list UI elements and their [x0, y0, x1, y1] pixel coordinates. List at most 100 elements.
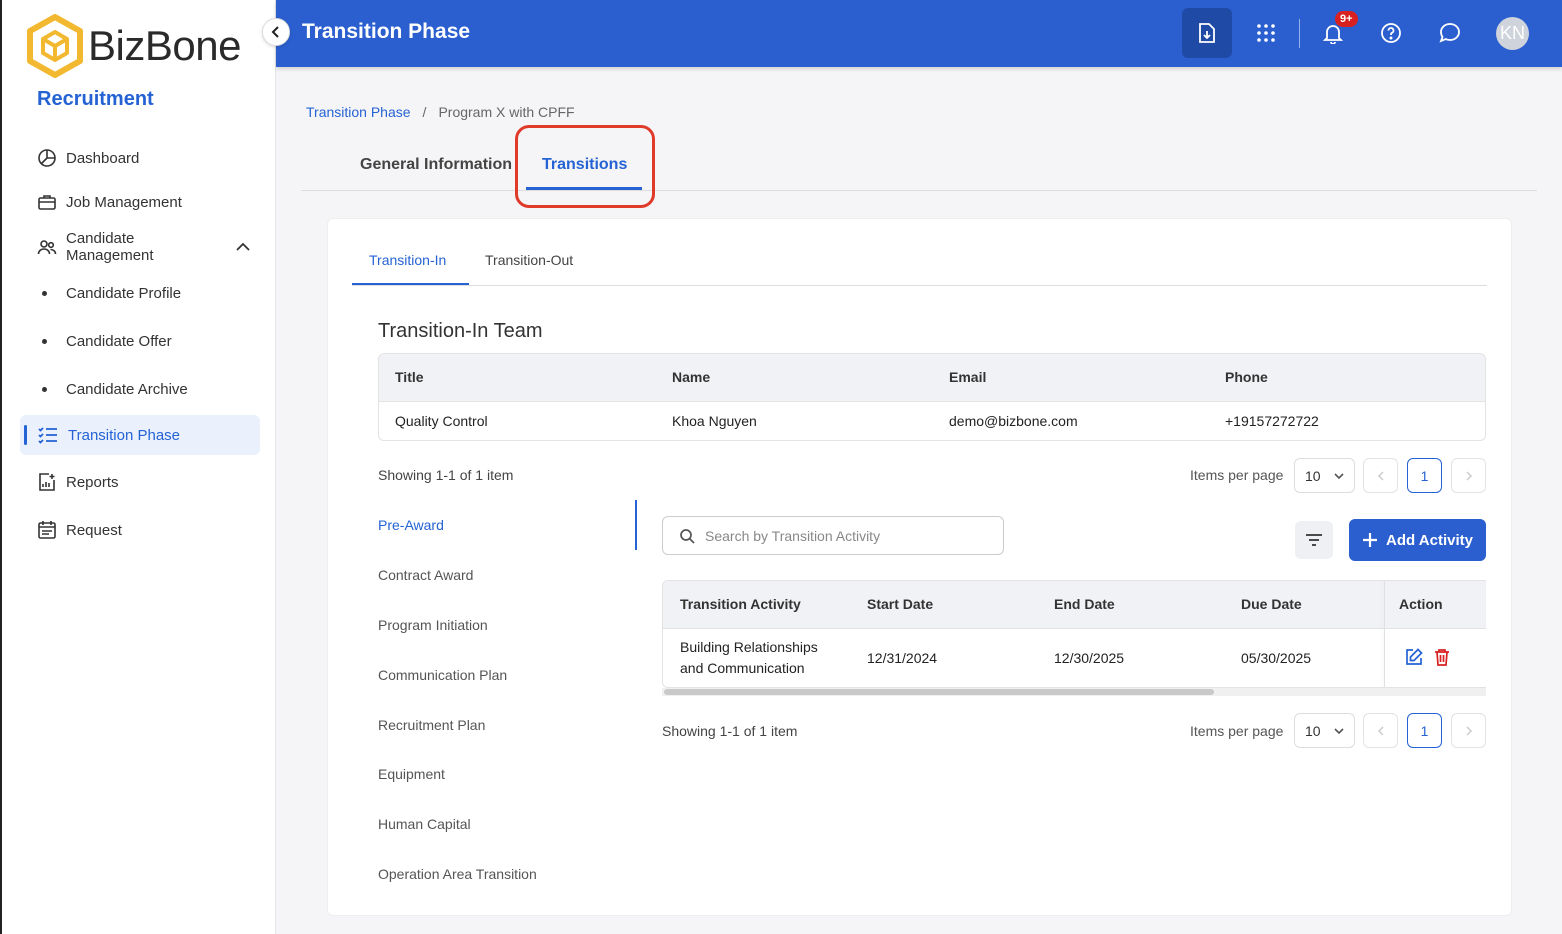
apps-grid-button[interactable]	[1247, 14, 1285, 52]
edit-icon	[1406, 648, 1423, 665]
active-subtab-indicator	[352, 283, 469, 285]
sidebar-item-dashboard[interactable]: Dashboard	[20, 138, 260, 178]
prev-page-button[interactable]	[1363, 713, 1398, 748]
items-per-page-label: Items per page	[1190, 723, 1284, 739]
sidebar-item-transition-phase[interactable]: Transition Phase	[20, 415, 260, 455]
sidebar: BizBone Recruitment Dashboard Job Manage…	[0, 0, 276, 934]
bullet-dot	[42, 291, 47, 296]
bullet-dot	[42, 387, 47, 392]
chat-button[interactable]	[1431, 14, 1469, 52]
sidebar-item-job-management[interactable]: Job Management	[20, 182, 260, 222]
plus-icon	[1363, 533, 1378, 547]
download-document-button[interactable]	[1182, 8, 1232, 58]
sidebar-item-candidate-management[interactable]: Candidate Management	[20, 227, 260, 267]
breadcrumb-separator: /	[422, 104, 427, 120]
subtab-transition-out[interactable]: Transition-Out	[485, 252, 573, 268]
sidebar-item-label: Dashboard	[66, 149, 140, 167]
breadcrumb: Transition Phase / Program X with CPFF	[306, 104, 575, 120]
filter-lines-icon	[1306, 534, 1322, 546]
tabs-divider	[301, 190, 1537, 191]
sidebar-subitem-candidate-profile[interactable]: Candidate Profile	[42, 285, 181, 302]
users-icon	[37, 240, 57, 255]
calendar-list-icon	[38, 521, 56, 539]
brand-name: BizBone	[88, 22, 241, 69]
scrollbar-thumb[interactable]	[664, 689, 1214, 695]
items-per-page-select[interactable]: 10	[1294, 713, 1355, 748]
highlight-box	[515, 125, 655, 208]
pie-chart-icon	[38, 149, 56, 167]
breadcrumb-link-transition-phase[interactable]: Transition Phase	[306, 104, 411, 120]
sidebar-subitem-candidate-offer[interactable]: Candidate Offer	[42, 333, 172, 350]
logo: BizBone	[26, 14, 241, 78]
delete-button[interactable]	[1434, 648, 1452, 666]
phase-item-program-initiation[interactable]: Program Initiation	[378, 617, 488, 633]
search-input[interactable]	[705, 527, 985, 544]
help-circle-icon	[1381, 23, 1401, 43]
column-header-action: Action	[1399, 596, 1443, 612]
toolbar-divider	[1299, 19, 1300, 48]
chevron-right-icon	[1465, 725, 1472, 736]
cell-start-date: 12/31/2024	[867, 650, 938, 666]
notification-badge: 9+	[1335, 11, 1358, 27]
sidebar-item-label: Reports	[66, 473, 119, 491]
next-page-button[interactable]	[1451, 713, 1486, 748]
team-showing-count: Showing 1-1 of 1 item	[378, 467, 514, 483]
sidebar-item-request[interactable]: Request	[20, 510, 260, 550]
cell-due-date: 05/30/2025	[1241, 650, 1312, 666]
chevron-up-icon[interactable]	[235, 239, 251, 255]
sidebar-item-reports[interactable]: Reports	[20, 462, 260, 502]
items-per-page-select[interactable]: 10	[1294, 458, 1355, 493]
sidebar-subitem-candidate-archive[interactable]: Candidate Archive	[42, 381, 188, 398]
phase-item-communication-plan[interactable]: Communication Plan	[378, 667, 507, 683]
chevron-left-icon	[1377, 725, 1384, 736]
add-activity-button[interactable]: Add Activity	[1349, 519, 1486, 561]
briefcase-icon	[38, 195, 56, 210]
chevron-right-icon	[1465, 470, 1472, 481]
sidebar-item-label: Candidate Management	[66, 230, 154, 264]
sidebar-collapse-button[interactable]	[262, 18, 290, 46]
filter-button[interactable]	[1295, 521, 1333, 559]
phase-item-pre-award[interactable]: Pre-Award	[378, 517, 444, 533]
tab-general-information[interactable]: General Information	[360, 156, 512, 174]
cell-phone: +19157272722	[1225, 413, 1319, 429]
report-chart-icon	[39, 473, 55, 491]
sidebar-subitem-label: Candidate Profile	[66, 285, 182, 302]
column-header-email: Email	[949, 369, 987, 385]
page-number-button[interactable]: 1	[1407, 458, 1442, 493]
user-avatar[interactable]: KN	[1496, 17, 1529, 50]
cell-end-date: 12/30/2025	[1054, 650, 1125, 666]
sidebar-item-label: Request	[66, 521, 122, 539]
team-table	[378, 353, 1486, 441]
action-column-divider	[1384, 581, 1385, 687]
help-button[interactable]	[1372, 14, 1410, 52]
phase-item-operation-area-transition[interactable]: Operation Area Transition	[378, 866, 537, 882]
edit-button[interactable]	[1405, 648, 1423, 666]
search-icon	[680, 528, 695, 544]
items-per-page-label: Items per page	[1190, 467, 1284, 483]
subtab-transition-in[interactable]: Transition-In	[369, 252, 446, 268]
next-page-button[interactable]	[1451, 458, 1486, 493]
subtabs-divider	[352, 285, 1487, 286]
sidebar-subitem-label: Candidate Archive	[66, 381, 188, 398]
page-number-button[interactable]: 1	[1407, 713, 1442, 748]
chevron-left-icon	[1377, 470, 1384, 481]
column-header-title: Title	[395, 369, 424, 385]
column-header-phone: Phone	[1225, 369, 1268, 385]
breadcrumb-current: Program X with CPFF	[438, 104, 575, 120]
sidebar-subitem-label: Candidate Offer	[66, 333, 172, 350]
column-header-transition-activity: Transition Activity	[680, 596, 801, 612]
search-box	[662, 516, 1004, 555]
sidebar-item-label: Transition Phase	[68, 426, 181, 444]
cell-email: demo@bizbone.com	[949, 413, 1078, 429]
phase-item-human-capital[interactable]: Human Capital	[378, 816, 471, 832]
phase-item-equipment[interactable]: Equipment	[378, 766, 445, 782]
phase-item-contract-award[interactable]: Contract Award	[378, 567, 473, 583]
phase-item-recruitment-plan[interactable]: Recruitment Plan	[378, 717, 485, 733]
column-header-due-date: Due Date	[1241, 596, 1302, 612]
bullet-dot	[42, 339, 47, 344]
prev-page-button[interactable]	[1363, 458, 1398, 493]
top-bar: Transition Phase KN	[276, 0, 1562, 67]
chevron-down-icon	[1334, 727, 1344, 734]
cell-title: Quality Control	[395, 413, 488, 429]
table-header	[379, 354, 1485, 402]
